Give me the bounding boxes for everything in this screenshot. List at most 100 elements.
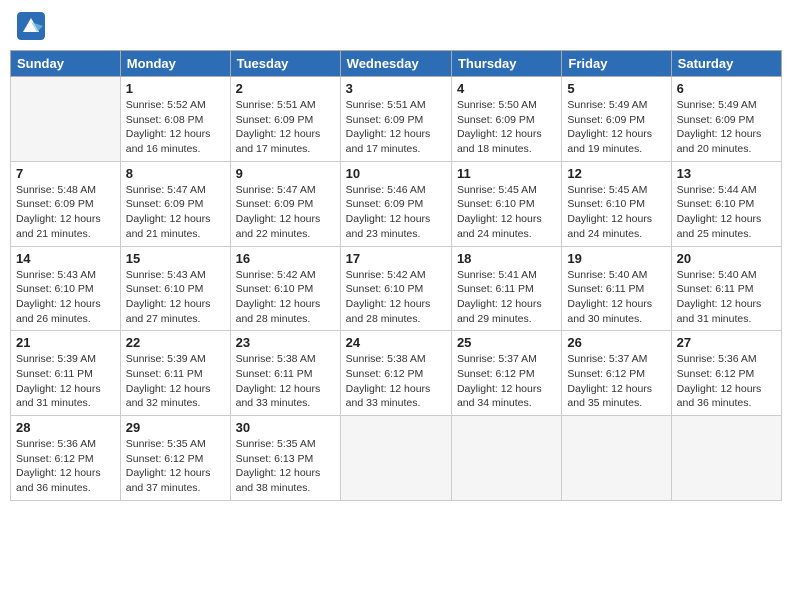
calendar-cell: 18 Sunrise: 5:41 AMSunset: 6:11 PMDayligh… [451, 246, 561, 331]
calendar-week-1: 1 Sunrise: 5:52 AMSunset: 6:08 PMDaylight… [11, 77, 782, 162]
day-info: Sunrise: 5:51 AMSunset: 6:09 PMDaylight:… [346, 98, 446, 157]
weekday-header-tuesday: Tuesday [230, 51, 340, 77]
calendar-cell: 9 Sunrise: 5:47 AMSunset: 6:09 PMDaylight… [230, 161, 340, 246]
weekday-header-thursday: Thursday [451, 51, 561, 77]
calendar-table: SundayMondayTuesdayWednesdayThursdayFrid… [10, 50, 782, 501]
day-info: Sunrise: 5:43 AMSunset: 6:10 PMDaylight:… [126, 268, 225, 327]
day-number: 6 [677, 81, 776, 96]
calendar-cell: 11 Sunrise: 5:45 AMSunset: 6:10 PMDayligh… [451, 161, 561, 246]
calendar-cell: 16 Sunrise: 5:42 AMSunset: 6:10 PMDayligh… [230, 246, 340, 331]
day-number: 12 [567, 166, 665, 181]
day-info: Sunrise: 5:38 AMSunset: 6:11 PMDaylight:… [236, 352, 335, 411]
day-info: Sunrise: 5:40 AMSunset: 6:11 PMDaylight:… [567, 268, 665, 327]
calendar-cell [340, 416, 451, 501]
calendar-cell: 5Sunrise: 5:49 AMSunset: 6:09 PMDaylight… [562, 77, 671, 162]
calendar-week-5: 28Sunrise: 5:36 AMSunset: 6:12 PMDayligh… [11, 416, 782, 501]
day-number: 11 [457, 166, 556, 181]
weekday-header-monday: Monday [120, 51, 230, 77]
day-info: Sunrise: 5:42 AMSunset: 6:10 PMDaylight:… [236, 268, 335, 327]
calendar-cell: 20 Sunrise: 5:40 AMSunset: 6:11 PMDayligh… [671, 246, 781, 331]
day-info: Sunrise: 5:52 AMSunset: 6:08 PMDaylight:… [126, 98, 225, 157]
day-info: Sunrise: 5:36 AMSunset: 6:12 PMDaylight:… [677, 352, 776, 411]
calendar-cell: 8 Sunrise: 5:47 AMSunset: 6:09 PMDaylight… [120, 161, 230, 246]
day-number: 13 [677, 166, 776, 181]
day-info: Sunrise: 5:35 AMSunset: 6:13 PMDaylight:… [236, 437, 335, 496]
day-info: Sunrise: 5:46 AMSunset: 6:09 PMDaylight:… [346, 183, 446, 242]
day-number: 16 [236, 251, 335, 266]
day-number: 25 [457, 335, 556, 350]
calendar-header-row: SundayMondayTuesdayWednesdayThursdayFrid… [11, 51, 782, 77]
day-info: Sunrise: 5:43 AMSunset: 6:10 PMDaylight:… [16, 268, 115, 327]
weekday-header-wednesday: Wednesday [340, 51, 451, 77]
day-info: Sunrise: 5:41 AMSunset: 6:11 PMDaylight:… [457, 268, 556, 327]
calendar-cell: 22 Sunrise: 5:39 AMSunset: 6:11 PMDayligh… [120, 331, 230, 416]
day-number: 18 [457, 251, 556, 266]
day-number: 7 [16, 166, 115, 181]
day-info: Sunrise: 5:44 AMSunset: 6:10 PMDaylight:… [677, 183, 776, 242]
day-info: Sunrise: 5:42 AMSunset: 6:10 PMDaylight:… [346, 268, 446, 327]
day-info: Sunrise: 5:49 AMSunset: 6:09 PMDaylight:… [567, 98, 665, 157]
page-header [10, 10, 782, 42]
day-info: Sunrise: 5:45 AMSunset: 6:10 PMDaylight:… [457, 183, 556, 242]
weekday-header-friday: Friday [562, 51, 671, 77]
day-number: 20 [677, 251, 776, 266]
day-number: 29 [126, 420, 225, 435]
calendar-cell: 17 Sunrise: 5:42 AMSunset: 6:10 PMDayligh… [340, 246, 451, 331]
day-number: 30 [236, 420, 335, 435]
day-number: 22 [126, 335, 225, 350]
calendar-cell: 25 Sunrise: 5:37 AMSunset: 6:12 PMDayligh… [451, 331, 561, 416]
day-info: Sunrise: 5:37 AMSunset: 6:12 PMDaylight:… [567, 352, 665, 411]
calendar-cell: 26 Sunrise: 5:37 AMSunset: 6:12 PMDayligh… [562, 331, 671, 416]
calendar-cell: 2 Sunrise: 5:51 AMSunset: 6:09 PMDaylight… [230, 77, 340, 162]
calendar-cell: 23 Sunrise: 5:38 AMSunset: 6:11 PMDayligh… [230, 331, 340, 416]
day-info: Sunrise: 5:48 AMSunset: 6:09 PMDaylight:… [16, 183, 115, 242]
day-number: 3 [346, 81, 446, 96]
calendar-cell: 28Sunrise: 5:36 AMSunset: 6:12 PMDayligh… [11, 416, 121, 501]
day-number: 1 [126, 81, 225, 96]
day-number: 27 [677, 335, 776, 350]
calendar-cell: 4 Sunrise: 5:50 AMSunset: 6:09 PMDaylight… [451, 77, 561, 162]
calendar-week-4: 21 Sunrise: 5:39 AMSunset: 6:11 PMDayligh… [11, 331, 782, 416]
calendar-cell: 6 Sunrise: 5:49 AMSunset: 6:09 PMDaylight… [671, 77, 781, 162]
day-number: 8 [126, 166, 225, 181]
day-info: Sunrise: 5:38 AMSunset: 6:12 PMDaylight:… [346, 352, 446, 411]
calendar-cell: 24Sunrise: 5:38 AMSunset: 6:12 PMDayligh… [340, 331, 451, 416]
day-info: Sunrise: 5:49 AMSunset: 6:09 PMDaylight:… [677, 98, 776, 157]
day-info: Sunrise: 5:51 AMSunset: 6:09 PMDaylight:… [236, 98, 335, 157]
day-number: 15 [126, 251, 225, 266]
day-info: Sunrise: 5:47 AMSunset: 6:09 PMDaylight:… [236, 183, 335, 242]
calendar-cell: 7 Sunrise: 5:48 AMSunset: 6:09 PMDaylight… [11, 161, 121, 246]
calendar-cell [451, 416, 561, 501]
calendar-cell [11, 77, 121, 162]
day-number: 17 [346, 251, 446, 266]
calendar-cell: 13 Sunrise: 5:44 AMSunset: 6:10 PMDayligh… [671, 161, 781, 246]
calendar-cell: 27 Sunrise: 5:36 AMSunset: 6:12 PMDayligh… [671, 331, 781, 416]
day-info: Sunrise: 5:39 AMSunset: 6:11 PMDaylight:… [126, 352, 225, 411]
day-number: 10 [346, 166, 446, 181]
calendar-week-2: 7 Sunrise: 5:48 AMSunset: 6:09 PMDaylight… [11, 161, 782, 246]
calendar-cell: 30 Sunrise: 5:35 AMSunset: 6:13 PMDayligh… [230, 416, 340, 501]
calendar-cell: 3 Sunrise: 5:51 AMSunset: 6:09 PMDaylight… [340, 77, 451, 162]
day-info: Sunrise: 5:47 AMSunset: 6:09 PMDaylight:… [126, 183, 225, 242]
calendar-cell: 10 Sunrise: 5:46 AMSunset: 6:09 PMDayligh… [340, 161, 451, 246]
calendar-week-3: 14 Sunrise: 5:43 AMSunset: 6:10 PMDayligh… [11, 246, 782, 331]
day-number: 23 [236, 335, 335, 350]
day-number: 4 [457, 81, 556, 96]
day-number: 9 [236, 166, 335, 181]
weekday-header-saturday: Saturday [671, 51, 781, 77]
day-info: Sunrise: 5:50 AMSunset: 6:09 PMDaylight:… [457, 98, 556, 157]
calendar-cell: 21 Sunrise: 5:39 AMSunset: 6:11 PMDayligh… [11, 331, 121, 416]
calendar-cell: 29Sunrise: 5:35 AMSunset: 6:12 PMDayligh… [120, 416, 230, 501]
day-info: Sunrise: 5:40 AMSunset: 6:11 PMDaylight:… [677, 268, 776, 327]
logo-icon [15, 10, 47, 42]
day-number: 21 [16, 335, 115, 350]
calendar-cell: 19Sunrise: 5:40 AMSunset: 6:11 PMDayligh… [562, 246, 671, 331]
day-number: 26 [567, 335, 665, 350]
day-info: Sunrise: 5:39 AMSunset: 6:11 PMDaylight:… [16, 352, 115, 411]
day-number: 28 [16, 420, 115, 435]
day-number: 2 [236, 81, 335, 96]
logo [15, 10, 51, 42]
weekday-header-sunday: Sunday [11, 51, 121, 77]
day-info: Sunrise: 5:37 AMSunset: 6:12 PMDaylight:… [457, 352, 556, 411]
day-number: 14 [16, 251, 115, 266]
